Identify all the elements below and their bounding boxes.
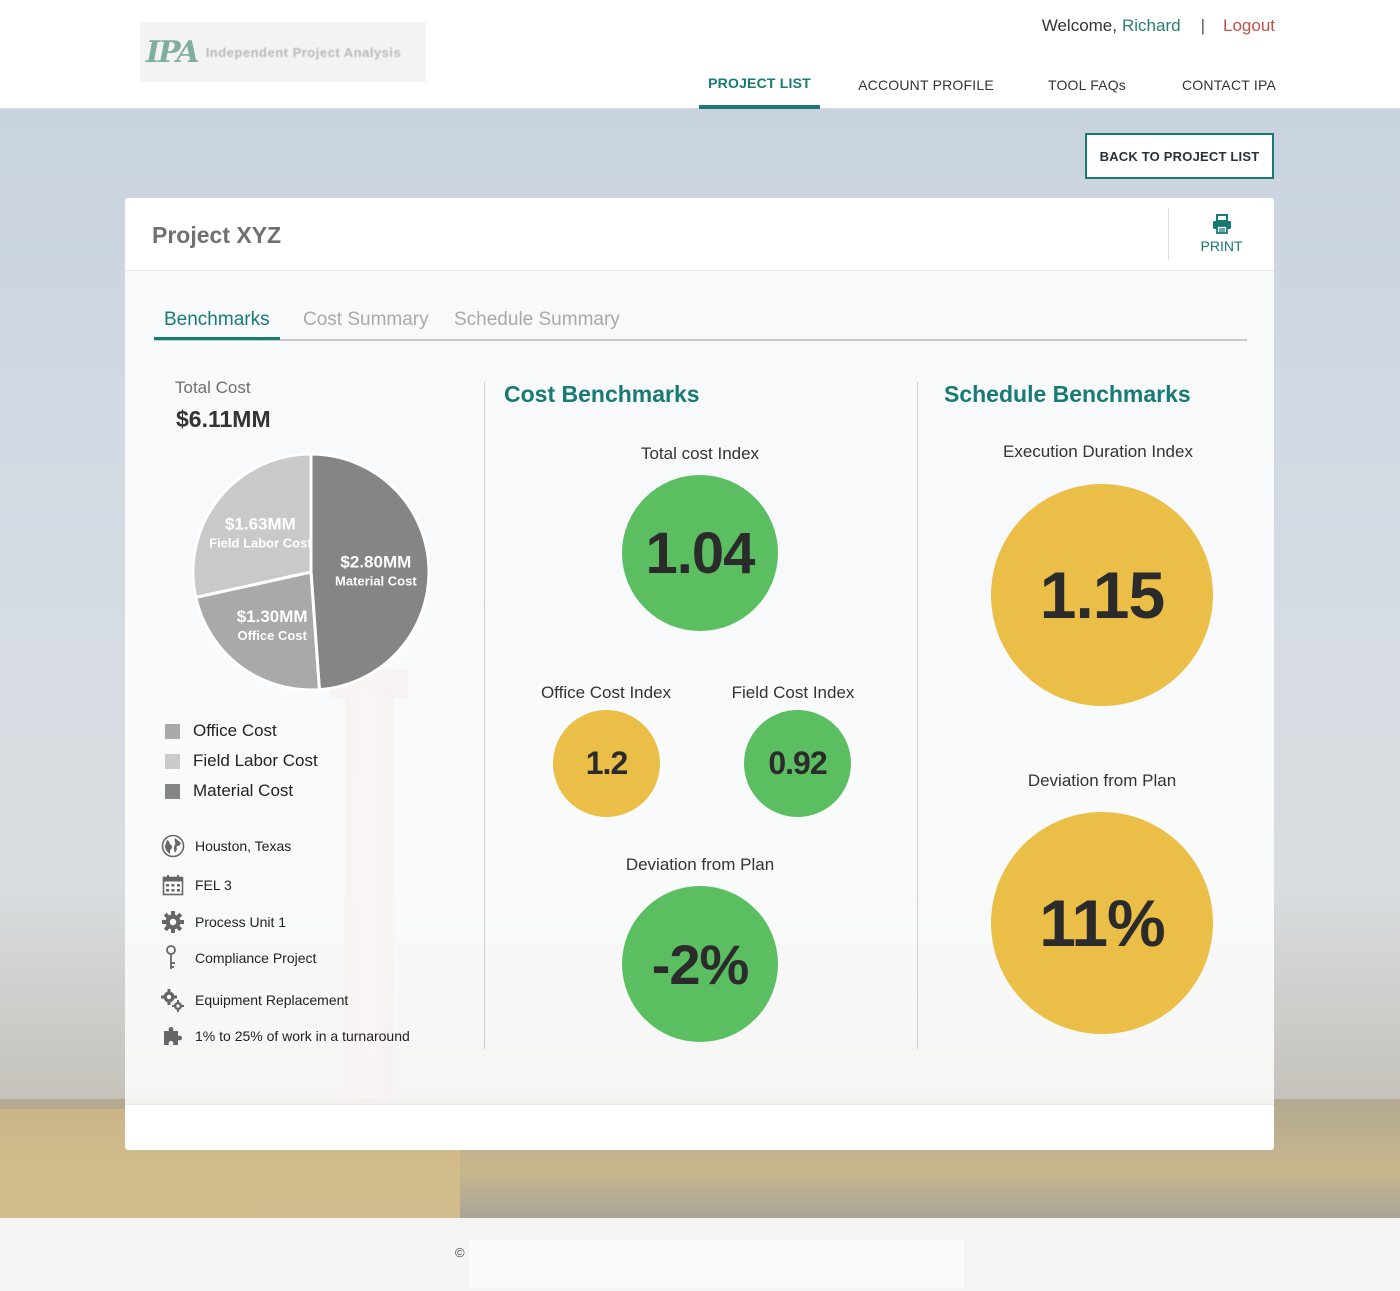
info-text: FEL 3: [195, 877, 232, 893]
info-text: 1% to 25% of work in a turnaround: [195, 1028, 410, 1044]
pie-label-office-cost-category: Office Cost: [237, 628, 307, 643]
tab-schedule-summary[interactable]: Schedule Summary: [454, 309, 620, 331]
info-text: Process Unit 1: [195, 914, 287, 930]
user-name[interactable]: Richard: [1122, 16, 1181, 36]
legend-label: Field Labor Cost: [193, 751, 318, 770]
column-divider: [484, 382, 485, 1049]
gears-icon: [160, 987, 186, 1013]
legend-label: Office Cost: [193, 721, 277, 740]
total-cost-label: Total Cost: [175, 378, 251, 397]
total-cost-index-label: Total cost Index: [640, 444, 760, 463]
schedule-deviation-label: Deviation from Plan: [1027, 771, 1177, 790]
cost-benchmarks-title: Cost Benchmarks: [504, 381, 700, 407]
schedule-deviation-bubble: 11%: [991, 812, 1213, 1034]
total-cost-value: $6.11MM: [176, 406, 271, 432]
legend-swatch: [165, 753, 180, 769]
pie-slice-material-cost: [309, 452, 431, 692]
nav-contact-ipa[interactable]: CONTACT IPA: [1176, 60, 1282, 109]
cost-deviation-bubble: -2%: [622, 886, 778, 1042]
legend-label: Material Cost: [193, 781, 294, 800]
printer-icon: [1212, 214, 1231, 234]
execution-duration-index-label: Execution Duration Index: [1003, 442, 1193, 461]
logo-text: Independent Project Analysis: [205, 44, 402, 60]
schedule-benchmarks-title: Schedule Benchmarks: [944, 381, 1191, 407]
legend-swatch: [165, 783, 180, 799]
logo-mark: IPA: [146, 34, 200, 70]
nav-account-profile[interactable]: ACCOUNT PROFILE: [855, 60, 997, 109]
tabs-underline: [154, 339, 1247, 341]
column-divider: [917, 382, 918, 1049]
print-button[interactable]: PRINT: [1168, 208, 1274, 260]
site-header: IPA Independent Project Analysis Welcome…: [0, 0, 1400, 109]
legend-swatch: [165, 723, 180, 739]
info-text: Equipment Replacement: [195, 992, 349, 1008]
project-card-footer: [125, 1104, 1274, 1150]
cost-deviation-label: Deviation from Plan: [625, 855, 775, 874]
nav-project-list[interactable]: PROJECT LIST: [699, 60, 820, 109]
pie-label-material-cost-category: Material Cost: [335, 574, 417, 589]
info-unit: Process Unit 1: [160, 909, 286, 935]
info-turnaround: 1% to 25% of work in a turnaround: [160, 1023, 410, 1049]
pie-label-office-cost-value: $1.30MM: [237, 607, 308, 626]
back-to-project-list-button[interactable]: BACK TO PROJECT LIST: [1085, 133, 1274, 179]
pie-label-field-labor-cost-category: Field Labor Cost: [209, 535, 312, 550]
logout-link[interactable]: Logout: [1223, 16, 1275, 36]
project-title: Project XYZ: [152, 222, 282, 248]
globe-icon: [160, 833, 186, 859]
office-cost-index-bubble: 1.2: [553, 710, 660, 817]
cost-pie-chart: $2.80MM Material Cost $1.30MM Office Cost $1…: [191, 452, 431, 692]
copyright-symbol: ©: [455, 1245, 465, 1260]
puzzle-icon: [160, 1023, 186, 1049]
welcome-text: Welcome,: [1041, 16, 1117, 35]
pie-label-field-labor-cost-value: $1.63MM: [225, 514, 296, 533]
project-card-header: Project XYZ PRINT: [125, 198, 1274, 271]
print-label: PRINT: [1200, 238, 1243, 254]
welcome-bar: Welcome, Richard | Logout: [1042, 16, 1275, 36]
info-location: Houston, Texas: [160, 833, 291, 859]
welcome-separator: |: [1200, 16, 1205, 35]
legend-item-material-cost: Material Cost: [165, 776, 318, 806]
info-phase: FEL 3: [160, 872, 232, 898]
pie-label-material-cost-value: $2.80MM: [340, 553, 411, 572]
key-icon: [160, 945, 186, 971]
pie-legend: Office Cost Field Labor Cost Material Co…: [165, 716, 318, 806]
legend-item-office-cost: Office Cost: [165, 716, 318, 746]
footer-text-area: [469, 1240, 964, 1288]
info-text: Compliance Project: [195, 950, 317, 966]
field-cost-index-label: Field Cost Index: [731, 683, 855, 702]
gear-icon: [160, 909, 186, 935]
execution-duration-index-bubble: 1.15: [991, 484, 1213, 706]
tab-benchmarks[interactable]: Benchmarks: [154, 309, 280, 340]
calendar-icon: [160, 872, 186, 898]
project-card: Project XYZ PRINT Benchmarks Cost Summar…: [125, 198, 1274, 1150]
info-text: Houston, Texas: [195, 838, 292, 854]
tab-cost-summary[interactable]: Cost Summary: [303, 309, 429, 331]
field-cost-index-bubble: 0.92: [744, 710, 851, 817]
nav-tool-faqs[interactable]: TOOL FAQs: [1041, 60, 1133, 109]
legend-item-field-labor-cost: Field Labor Cost: [165, 746, 318, 776]
office-cost-index-label: Office Cost Index: [540, 683, 672, 702]
page-footer: ©: [0, 1218, 1400, 1291]
total-cost-index-bubble: 1.04: [622, 475, 778, 631]
info-scope: Equipment Replacement: [160, 987, 348, 1013]
project-card-body: Benchmarks Cost Summary Schedule Summary…: [125, 271, 1274, 1104]
ipa-logo[interactable]: IPA Independent Project Analysis: [140, 22, 426, 82]
info-project-type: Compliance Project: [160, 945, 316, 971]
